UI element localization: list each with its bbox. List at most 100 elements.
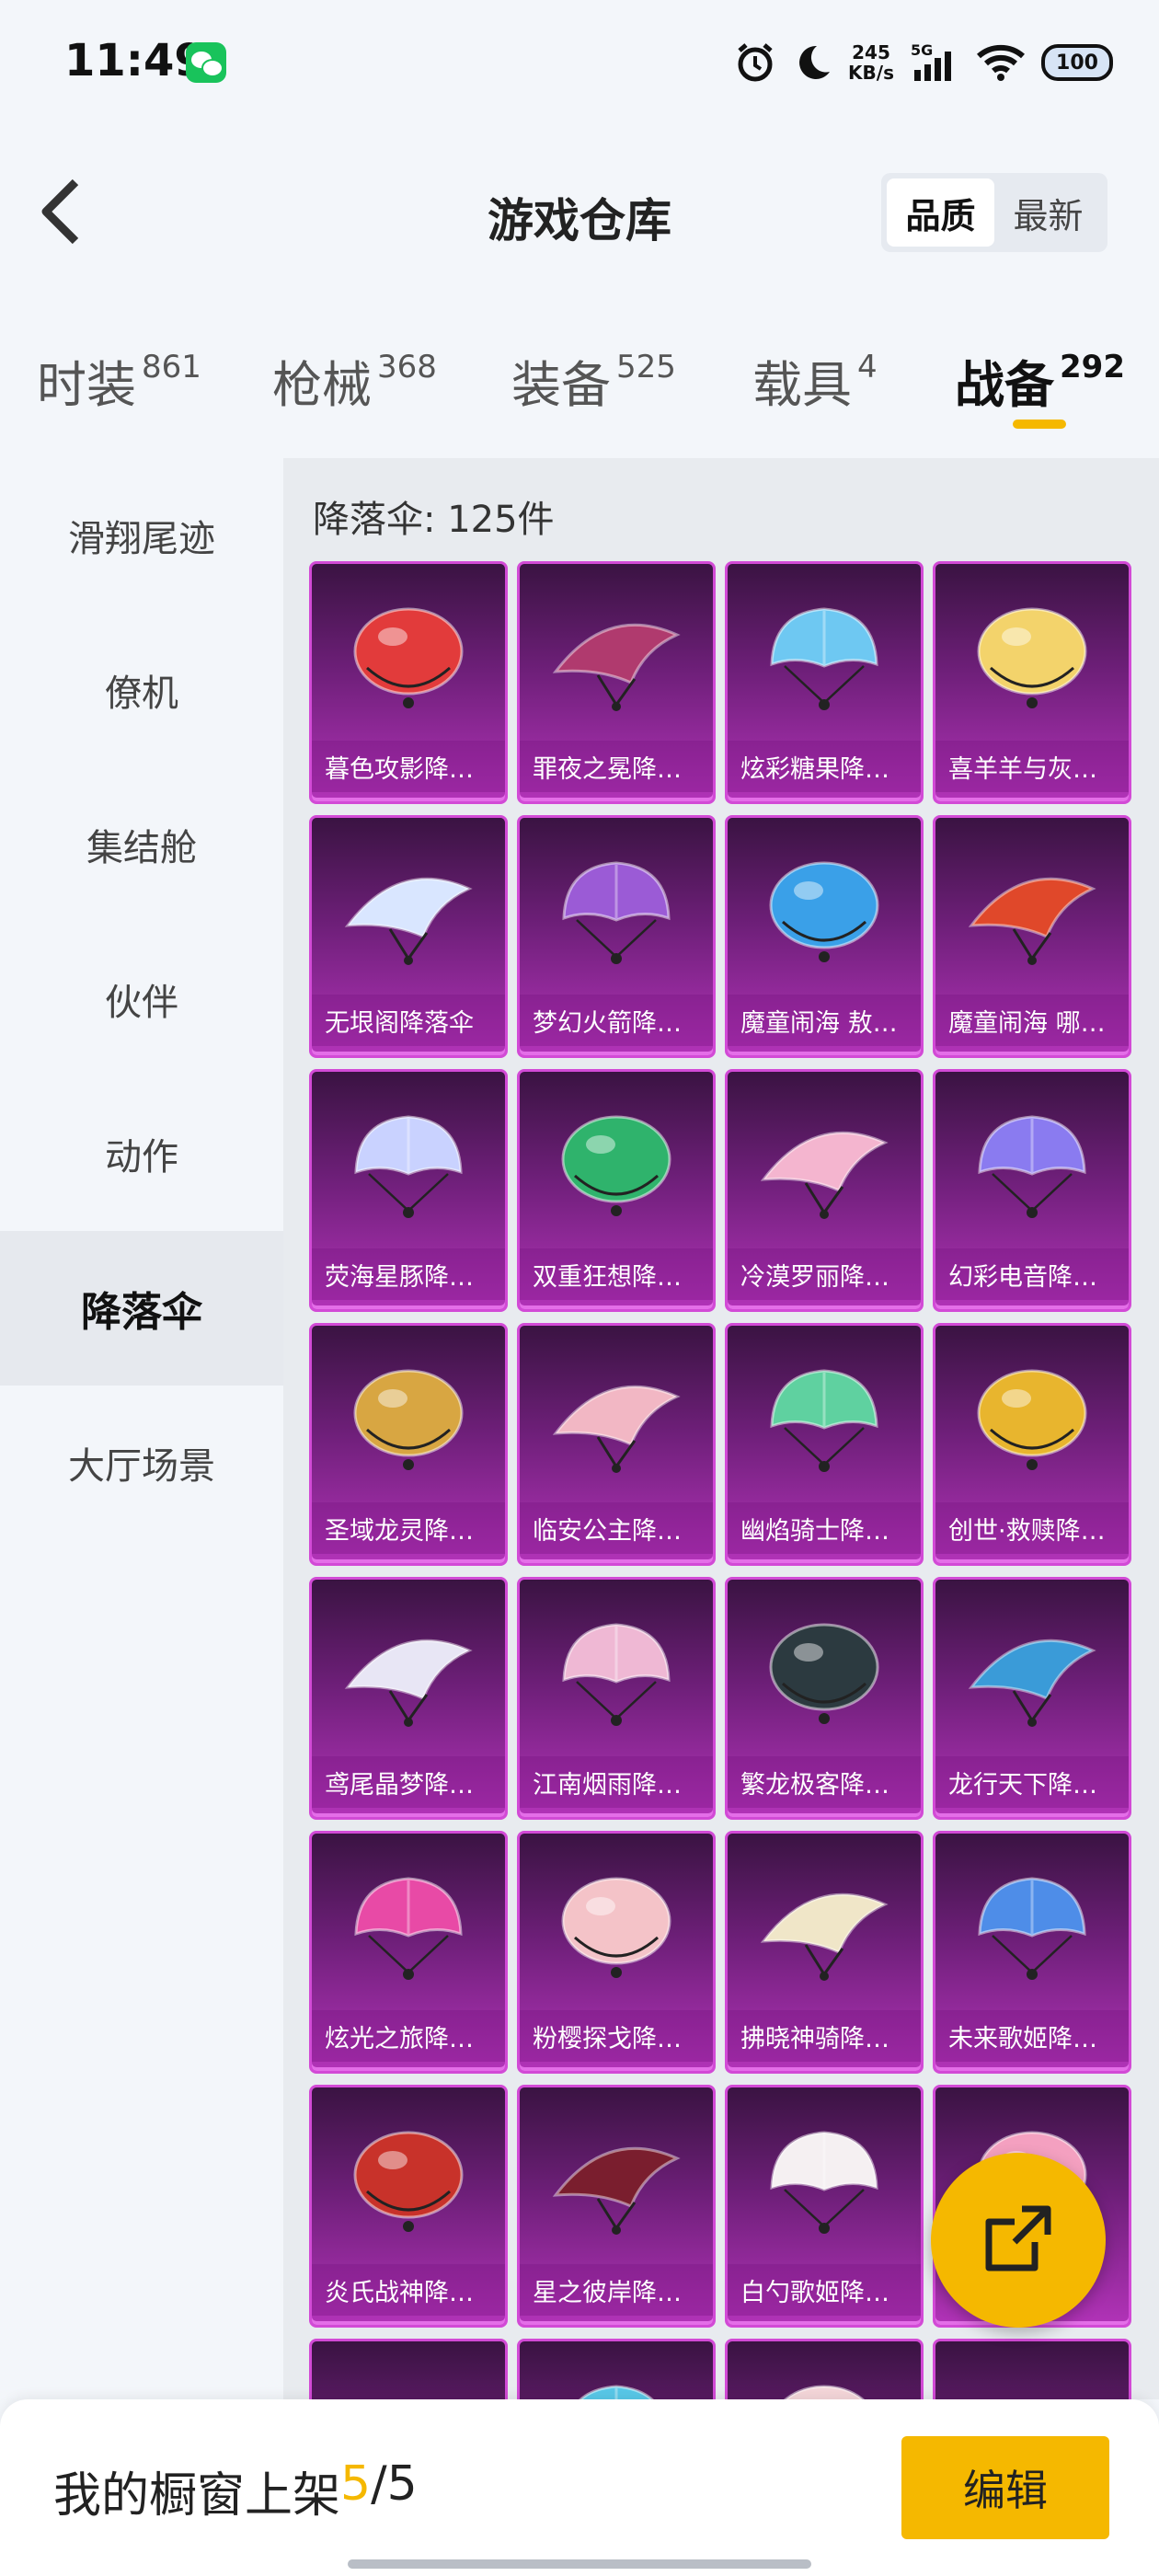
item-name: 白勺歌姬降…	[740, 2278, 889, 2307]
sidebar-item-glide-trail[interactable]: 滑翔尾迹	[0, 458, 283, 613]
item-grid: 暮色攻影降… 罪夜之冕降… 炫彩糖果降… 喜羊羊与灰… 无垠阁降落伞 梦幻火箭降… 魔童闹海…	[309, 561, 1137, 2399]
item-card[interactable]: 龙行天下降…	[933, 1577, 1131, 1820]
cellular-signal-icon: 5G	[911, 42, 960, 83]
item-card[interactable]	[517, 2339, 716, 2399]
item-card[interactable]: 暮色攻影降…	[309, 561, 508, 804]
showcase-status: 我的橱窗上架 5 / 5	[53, 2456, 418, 2525]
item-card[interactable]: 炫彩糖果降…	[725, 561, 924, 804]
item-name: 鸢尾晶梦降…	[325, 1770, 474, 1800]
heart-crown-parachute-icon	[520, 571, 713, 746]
item-card[interactable]: 无垠阁降落伞	[309, 815, 508, 1058]
item-name: 临安公主降…	[533, 1516, 682, 1546]
share-button[interactable]	[931, 2153, 1106, 2328]
item-card[interactable]: 鸢尾晶梦降…	[309, 1577, 508, 1820]
item-card[interactable]: 未来歌姬降…	[933, 1831, 1131, 2074]
wifi-icon	[977, 43, 1025, 82]
share-icon	[980, 2200, 1057, 2281]
item-card[interactable]	[309, 2339, 508, 2399]
item-card-label: 魔童闹海 哪…	[935, 995, 1129, 1046]
duck-parachute-icon	[935, 2349, 1129, 2399]
active-tab-underline	[1013, 420, 1066, 429]
item-card[interactable]: 幻彩电音降…	[933, 1069, 1131, 1312]
item-card[interactable]	[725, 2339, 924, 2399]
item-card[interactable]: 繁龙极客降…	[725, 1577, 924, 1820]
item-card[interactable]	[933, 2339, 1131, 2399]
item-card[interactable]: 粉樱探戈降…	[517, 1831, 716, 2074]
item-name: 暮色攻影降…	[325, 754, 474, 784]
item-name: 未来歌姬降…	[948, 2024, 1097, 2053]
header: 游戏仓库 品质 最新	[0, 147, 1159, 276]
lotus-parachute-icon	[520, 1587, 713, 1762]
item-card-label: 创世·救赎降…	[935, 1502, 1129, 1554]
item-card[interactable]: 圣域龙灵降…	[309, 1323, 508, 1566]
item-card[interactable]: 江南烟雨降…	[517, 1577, 716, 1820]
green-knight-parachute-icon	[728, 1333, 921, 1508]
tab-count: 861	[142, 349, 201, 385]
item-name: 双重狂想降…	[533, 1262, 682, 1292]
item-card[interactable]: 白勺歌姬降…	[725, 2085, 924, 2328]
item-card-label: 炎氏战神降…	[312, 2264, 505, 2316]
sidebar-item-companion[interactable]: 伙伴	[0, 922, 283, 1076]
back-arrow-icon[interactable]	[28, 177, 98, 247]
item-card[interactable]: 魔童闹海 哪…	[933, 815, 1131, 1058]
gold-dragon-parachute-icon	[312, 1333, 505, 1508]
item-card-label: 幻彩电音降…	[935, 1248, 1129, 1300]
item-card-label: 荧海星豚降…	[312, 1248, 505, 1300]
pink-round-parachute-icon	[312, 2349, 505, 2399]
item-panel: 降落伞: 125件 暮色攻影降… 罪夜之冕降… 炫彩糖果降… 喜羊羊与灰… 无垠阁降落伞…	[283, 458, 1159, 2399]
future-diva-parachute-icon	[935, 1841, 1129, 2016]
net-speed-value: 245	[852, 41, 890, 63]
item-name: 魔童闹海 敖…	[740, 1008, 898, 1038]
showcase-current-count: 5	[340, 2456, 372, 2512]
item-name: 冷漠罗丽降…	[740, 1262, 889, 1292]
sidebar-item-assembly-pod[interactable]: 集结舱	[0, 767, 283, 922]
item-card-label: 魔童闹海 敖…	[728, 995, 921, 1046]
item-card[interactable]: 炎氏战神降…	[309, 2085, 508, 2328]
sort-by-quality-button[interactable]: 品质	[887, 178, 994, 247]
item-card[interactable]: 临安公主降…	[517, 1323, 716, 1566]
electro-parachute-icon	[935, 1079, 1129, 1254]
tab-battle-gear[interactable]: 战备 292	[955, 344, 1125, 427]
edit-button[interactable]: 编辑	[901, 2436, 1109, 2539]
item-name: 炎氏战神降…	[325, 2278, 474, 2307]
candy-parachute-icon	[728, 571, 921, 746]
item-card[interactable]: 荧海星豚降…	[309, 1069, 508, 1312]
item-card[interactable]: 双重狂想降…	[517, 1069, 716, 1312]
item-name: 罪夜之冕降…	[533, 754, 682, 784]
crystal-parachute-icon	[312, 825, 505, 1000]
dawn-knight-parachute-icon	[728, 1841, 921, 2016]
sidebar-item-emote[interactable]: 动作	[0, 1076, 283, 1231]
svg-text:5G: 5G	[911, 42, 933, 59]
tab-label: 枪械	[272, 356, 372, 414]
item-card[interactable]: 拂晓神骑降…	[725, 1831, 924, 2074]
sidebar-item-parachute[interactable]: 降落伞	[0, 1231, 283, 1386]
wechat-notification-icon	[186, 42, 226, 83]
item-card-label: 临安公主降…	[520, 1502, 713, 1554]
iris-parachute-icon	[312, 1587, 505, 1762]
tab-fashion[interactable]: 时装 861	[37, 344, 201, 427]
tab-count: 368	[377, 349, 437, 385]
sidebar-item-wingman[interactable]: 僚机	[0, 613, 283, 767]
item-card[interactable]: 喜羊羊与灰…	[933, 561, 1131, 804]
tab-vehicles[interactable]: 载具 4	[752, 344, 878, 427]
tab-equipment[interactable]: 装备 525	[511, 344, 676, 427]
sea-parachute-icon	[728, 825, 921, 1000]
item-name: 拂晓神骑降…	[740, 2024, 889, 2053]
item-card[interactable]: 魔童闹海 敖…	[725, 815, 924, 1058]
rainbow-parachute-icon	[312, 1841, 505, 2016]
item-card[interactable]: 星之彼岸降…	[517, 2085, 716, 2328]
white-round-parachute-icon	[728, 2349, 921, 2399]
sidebar-item-lobby-scene[interactable]: 大厅场景	[0, 1386, 283, 1540]
item-card-label: 白勺歌姬降…	[728, 2264, 921, 2316]
pink-lolita-parachute-icon	[728, 1079, 921, 1254]
item-card[interactable]: 冷漠罗丽降…	[725, 1069, 924, 1312]
sort-by-newest-button[interactable]: 最新	[994, 178, 1102, 247]
item-card[interactable]: 幽焰骑士降…	[725, 1323, 924, 1566]
item-card-label: 幽焰骑士降…	[728, 1502, 921, 1554]
tab-firearms[interactable]: 枪械 368	[272, 344, 437, 427]
item-card[interactable]: 罪夜之冕降…	[517, 561, 716, 804]
item-card[interactable]: 炫光之旅降…	[309, 1831, 508, 2074]
item-card-label: 未来歌姬降…	[935, 2010, 1129, 2062]
item-card[interactable]: 梦幻火箭降…	[517, 815, 716, 1058]
item-card[interactable]: 创世·救赎降…	[933, 1323, 1131, 1566]
